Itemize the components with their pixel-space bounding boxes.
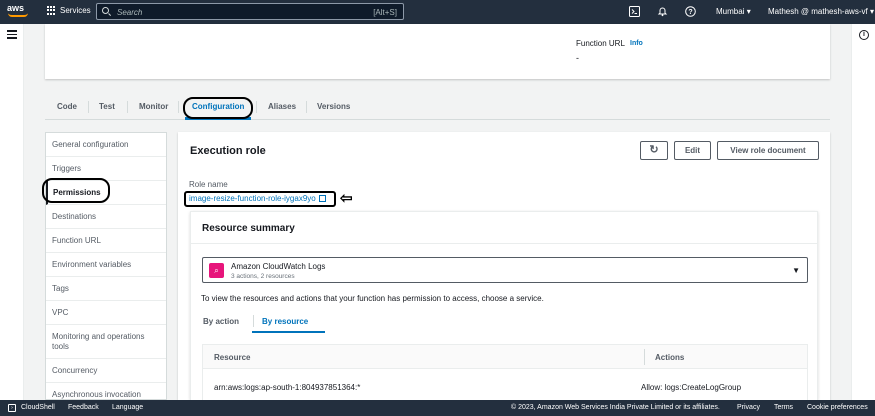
tab-separator [253,315,254,327]
tab-separator [127,101,128,113]
grid-icon [47,6,56,15]
annotation-oval [42,178,110,203]
edit-button[interactable]: Edit [674,141,711,160]
configuration-sidenav: General configuration Triggers Permissio… [45,132,167,400]
tab-monitor[interactable]: Monitor [139,102,168,111]
function-overview-card: Function URL Info - [45,24,830,79]
service-select[interactable]: ⌕ Amazon CloudWatch Logs 3 actions, 2 re… [202,257,808,283]
caret-down-icon: ▼ [792,266,800,275]
sidenav-item-asynchronous-invocation[interactable]: Asynchronous invocation [46,383,166,399]
selected-service-summary: 3 actions, 2 resources [231,273,295,280]
tab-by-action[interactable]: By action [203,317,239,326]
menu-icon[interactable] [7,30,17,41]
cloudshell-icon: › [8,404,16,412]
table-cell-resource: arn:aws:logs:ap-south-1:804937851364:* [214,383,361,392]
annotation-box [184,191,336,207]
aws-logo-text: aws [7,3,25,13]
tab-separator [178,101,179,113]
svg-text:?: ? [688,9,692,16]
annotation-arrow-icon: ⇦ [340,190,353,207]
sidenav-item-vpc[interactable]: VPC [46,301,166,325]
resource-table: Resource Actions arn:aws:logs:ap-south-1… [202,344,808,401]
role-name-label: Role name [189,180,228,189]
cloudwatch-logs-icon: ⌕ [209,263,224,278]
bell-icon[interactable] [657,6,668,17]
region-label: Mumbai [716,7,745,16]
function-tabs: Code Test Monitor Configuration Aliases … [45,96,830,120]
execution-role-panel: Execution role ↻ Edit View role document… [178,132,830,401]
resource-subtabs: By action By resource [202,309,808,333]
right-rail: i [851,24,875,400]
tab-separator [306,101,307,113]
tab-code[interactable]: Code [57,102,77,111]
top-navigation-bar: aws Services Search [Alt+S] ? Mumbai ▾ M… [0,0,875,24]
tab-separator [256,101,257,113]
function-url-label: Function URL [576,39,625,48]
annotation-oval [183,97,253,119]
table-cell-actions: Allow: logs:CreateLogGroup [641,383,742,392]
sidenav-item-general-configuration[interactable]: General configuration [46,133,166,157]
sidenav-item-monitoring[interactable]: Monitoring and operations tools [46,325,166,359]
bottom-bar: › CloudShell Feedback Language © 2023, A… [0,400,875,416]
tab-aliases[interactable]: Aliases [268,102,296,111]
search-icon [102,7,109,14]
tab-by-resource[interactable]: By resource [262,317,308,326]
copyright-text: © 2023, Amazon Web Services India Privat… [511,404,720,411]
tab-test[interactable]: Test [99,102,115,111]
function-url-value: - [576,53,579,63]
refresh-button[interactable]: ↻ [640,141,668,160]
refresh-icon: ↻ [649,144,659,156]
active-subtab-indicator [252,331,325,333]
execution-role-title: Execution role [190,145,266,157]
sidenav-item-function-url[interactable]: Function URL [46,229,166,253]
tab-versions[interactable]: Versions [317,102,350,111]
tab-separator [88,101,89,113]
search-shortcut: [Alt+S] [373,8,397,17]
services-menu-button[interactable]: Services [47,6,91,15]
search-placeholder: Search [117,8,143,17]
account-menu[interactable]: Mathesh @ mathesh-aws-vf ▾ [768,7,874,16]
language-link[interactable]: Language [112,404,143,411]
resource-hint-text: To view the resources and actions that y… [201,294,544,303]
divider [191,243,817,244]
sidenav-item-destinations[interactable]: Destinations [46,205,166,229]
left-rail [0,24,24,400]
cloudshell-icon[interactable] [629,6,640,17]
column-header-resource: Resource [214,353,251,362]
terms-link[interactable]: Terms [774,404,793,411]
privacy-link[interactable]: Privacy [737,404,760,411]
column-separator [644,349,645,365]
column-header-actions: Actions [655,353,685,362]
selected-service-name: Amazon CloudWatch Logs [231,262,326,271]
sidenav-item-environment-variables[interactable]: Environment variables [46,253,166,277]
search-input[interactable]: Search [Alt+S] [96,3,404,20]
function-url-info-link[interactable]: Info [630,40,643,47]
caret-down-icon: ▾ [869,7,874,16]
caret-down-icon: ▾ [746,7,751,16]
sidenav-item-concurrency[interactable]: Concurrency [46,359,166,383]
cookie-preferences-link[interactable]: Cookie preferences [807,404,868,411]
feedback-link[interactable]: Feedback [68,404,99,411]
table-header: Resource Actions [203,345,807,369]
help-icon[interactable]: ? [685,6,696,17]
info-panel-icon[interactable]: i [859,30,869,40]
aws-smile-icon [8,13,28,17]
sidenav-item-tags[interactable]: Tags [46,277,166,301]
cloudshell-link[interactable]: CloudShell [21,404,55,411]
resource-summary-title: Resource summary [202,223,295,234]
view-role-document-button[interactable]: View role document [717,141,819,160]
services-label: Services [60,6,91,15]
resource-summary-card: Resource summary ⌕ Amazon CloudWatch Log… [190,211,818,401]
aws-logo[interactable]: aws [7,3,31,19]
region-selector[interactable]: Mumbai ▾ [716,7,751,16]
account-label: Mathesh @ mathesh-aws-vf [768,7,868,16]
